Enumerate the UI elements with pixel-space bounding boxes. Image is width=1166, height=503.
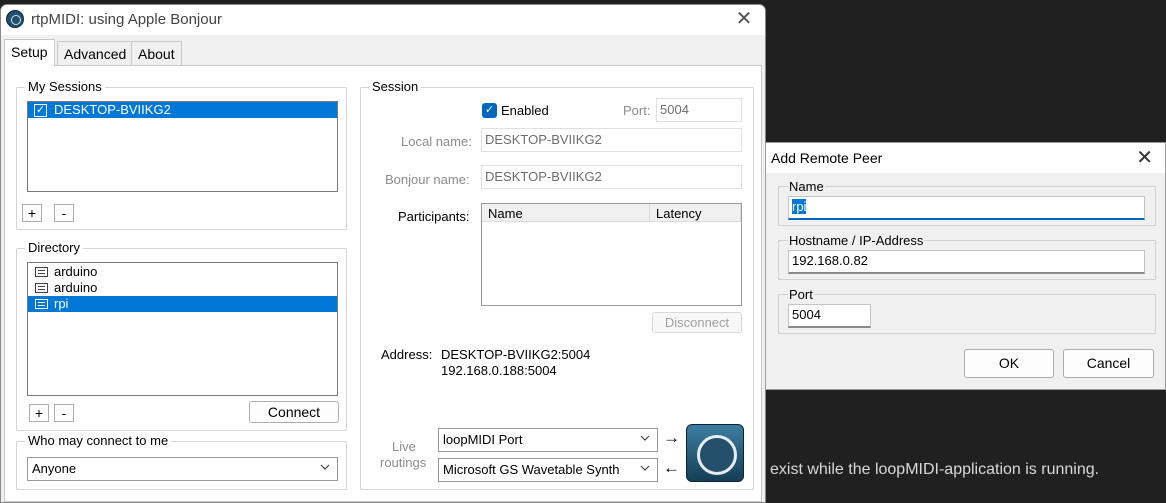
- ok-button[interactable]: OK: [964, 349, 1054, 378]
- local-name-field[interactable]: DESKTOP-BVIIKG2: [481, 128, 742, 152]
- session-row[interactable]: ✓ DESKTOP-BVIIKG2: [28, 102, 337, 118]
- bonjour-name-field[interactable]: DESKTOP-BVIIKG2: [481, 165, 742, 189]
- directory-list[interactable]: arduino arduino rpi: [27, 262, 338, 396]
- tab-advanced[interactable]: Advanced: [57, 41, 134, 65]
- port-label: Port: [788, 287, 814, 302]
- participants-list[interactable]: Name Latency: [481, 203, 742, 306]
- participants-label: Participants:: [398, 209, 470, 224]
- peer-icon: [35, 299, 48, 309]
- session-title: Session: [369, 79, 422, 94]
- sessions-list[interactable]: ✓ DESKTOP-BVIIKG2: [27, 101, 338, 192]
- address-line-2: 192.168.0.188:5004: [441, 363, 557, 378]
- my-sessions-group: My Sessions ✓ DESKTOP-BVIIKG2 + -: [16, 79, 347, 230]
- port-label: Port:: [623, 103, 651, 118]
- port-field[interactable]: 5004: [656, 98, 742, 122]
- setup-panel: My Sessions ✓ DESKTOP-BVIIKG2 + - Direct…: [4, 65, 762, 502]
- directory-item[interactable]: arduino: [28, 280, 337, 296]
- directory-title: Directory: [25, 240, 84, 255]
- dialog-title-bar[interactable]: Add Remote Peer ✕: [766, 143, 1165, 173]
- arrow-right-icon: →: [663, 428, 680, 447]
- directory-group: Directory arduino arduino rpi + - Connec…: [16, 240, 347, 431]
- hostname-input[interactable]: 192.168.0.82: [788, 250, 1145, 274]
- session-name: DESKTOP-BVIIKG2: [54, 102, 171, 117]
- who-may-connect-select[interactable]: Anyone: [27, 457, 338, 481]
- hostname-group: Hostname / IP-Address 192.168.0.82: [778, 233, 1156, 280]
- port-input[interactable]: 5004: [788, 304, 871, 328]
- address-label: Address:: [381, 347, 433, 362]
- chevron-down-icon: [640, 465, 650, 471]
- close-icon[interactable]: ✕: [1136, 147, 1153, 169]
- session-enabled-check-icon[interactable]: ✓: [34, 104, 47, 117]
- enabled-label: Enabled: [501, 103, 549, 118]
- bonjour-name-label: Bonjour name:: [385, 172, 470, 187]
- dialog-title: Add Remote Peer: [771, 150, 883, 166]
- local-name-label: Local name:: [401, 134, 472, 149]
- close-icon[interactable]: ✕: [733, 8, 755, 30]
- cancel-button[interactable]: Cancel: [1063, 349, 1154, 378]
- add-session-button[interactable]: +: [22, 204, 42, 222]
- peer-icon: [35, 283, 48, 293]
- add-remote-peer-dialog: Add Remote Peer ✕ Name rpi Hostname / IP…: [765, 142, 1166, 390]
- routing-input-select[interactable]: loopMIDI Port: [438, 428, 658, 452]
- disconnect-button[interactable]: Disconnect: [652, 312, 742, 333]
- directory-item-label: rpi: [54, 296, 69, 311]
- live-routings-label-2: routings: [380, 455, 427, 470]
- my-sessions-title: My Sessions: [25, 79, 105, 94]
- midi-connector-icon: [686, 424, 744, 482]
- routing-output-select[interactable]: Microsoft GS Wavetable Synth: [438, 458, 658, 482]
- name-group: Name rpi: [778, 179, 1156, 226]
- who-may-connect-group: Who may connect to me Anyone: [16, 433, 347, 490]
- port-group: Port 5004: [778, 287, 1156, 334]
- who-may-connect-title: Who may connect to me: [25, 433, 172, 448]
- rtpmidi-app-icon: [6, 10, 24, 28]
- name-label: Name: [788, 179, 825, 194]
- routing-input-value: loopMIDI Port: [443, 432, 523, 447]
- tab-setup[interactable]: Setup: [4, 39, 55, 66]
- remove-session-button[interactable]: -: [54, 204, 74, 222]
- column-header-latency[interactable]: Latency: [650, 204, 741, 222]
- chevron-down-icon: [640, 435, 650, 441]
- title-bar[interactable]: rtpMIDI: using Apple Bonjour ✕: [1, 5, 765, 35]
- column-header-name[interactable]: Name: [482, 204, 650, 222]
- enabled-checkbox[interactable]: ✓: [482, 103, 497, 118]
- address-line-1: DESKTOP-BVIIKG2:5004: [441, 347, 591, 362]
- add-peer-button[interactable]: +: [29, 404, 49, 422]
- connect-button[interactable]: Connect: [249, 401, 339, 423]
- hostname-label: Hostname / IP-Address: [788, 233, 925, 248]
- background-help-text: exist while the loopMIDI-application is …: [770, 461, 1100, 478]
- arrow-left-icon: ←: [663, 458, 680, 477]
- who-may-connect-value: Anyone: [32, 461, 77, 476]
- routing-output-value: Microsoft GS Wavetable Synth: [443, 462, 620, 477]
- directory-item[interactable]: arduino: [28, 264, 337, 280]
- peer-icon: [35, 267, 48, 277]
- chevron-down-icon: [320, 464, 330, 470]
- name-value: rpi: [792, 199, 807, 214]
- live-routings-label-1: Live: [392, 439, 416, 454]
- tab-about[interactable]: About: [131, 41, 182, 65]
- remove-peer-button[interactable]: -: [54, 404, 74, 422]
- window-title: rtpMIDI: using Apple Bonjour: [31, 11, 222, 28]
- name-input[interactable]: rpi: [788, 196, 1145, 220]
- directory-item-label: arduino: [54, 264, 98, 279]
- directory-item-selected[interactable]: rpi: [28, 296, 337, 312]
- rtpmidi-window: rtpMIDI: using Apple Bonjour ✕ Setup Adv…: [0, 4, 766, 503]
- session-group: Session ✓ Enabled Port: 5004 Local name:…: [360, 79, 754, 490]
- directory-item-label: arduino: [54, 280, 98, 295]
